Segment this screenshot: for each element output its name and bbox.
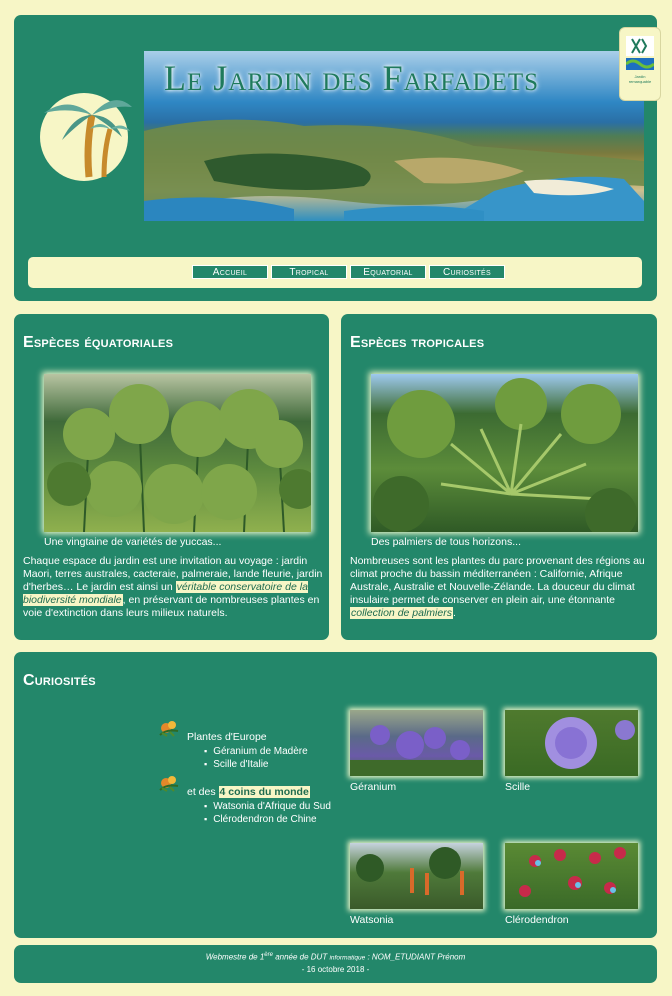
flower-bullet-icon: [158, 772, 180, 794]
footer-credits: Webmestre de 1ère année de DUT informati…: [14, 952, 657, 962]
europe-plant-list: Géranium de Madère Scille d'Italie: [204, 745, 308, 771]
jardin-remarquable-badge: Jardin remarquable: [620, 28, 660, 100]
tropical-section: Espèces tropicales Des palmiers de tous …: [341, 314, 657, 640]
watsonia-caption: Watsonia: [350, 914, 394, 926]
list-item: Watsonia d'Afrique du Sud: [204, 800, 331, 813]
clerodendron-thumbnail[interactable]: [505, 843, 638, 909]
yucca-photo: [44, 374, 311, 532]
nav-item-accueil[interactable]: Accueil: [192, 265, 268, 279]
world-plant-list: Watsonia d'Afrique du Sud Clérodendron d…: [204, 800, 331, 826]
world-group-label: et des 4 coins du monde: [187, 786, 310, 798]
badge-caption: Jardin remarquable: [628, 74, 652, 84]
tropical-text-after: .: [452, 607, 456, 619]
header-panel: Le Jardin des Farfadets Jardin remarquab…: [14, 15, 660, 301]
tropical-highlight: collection de palmiers: [350, 607, 453, 619]
footer-text-b: année de DUT: [272, 952, 330, 962]
nav-item-equatorial[interactable]: Equatorial: [350, 265, 426, 279]
footer: Webmestre de 1ère année de DUT informati…: [14, 945, 657, 983]
tropical-title: Espèces tropicales: [350, 334, 485, 351]
footer-text-a: Webmestre de 1: [205, 952, 265, 962]
europe-group-label: Plantes d'Europe: [187, 731, 267, 743]
nav-item-tropical[interactable]: Tropical: [271, 265, 347, 279]
palm-photo: [371, 374, 638, 532]
list-item: Scille d'Italie: [204, 758, 308, 771]
footer-date: - 16 octobre 2018 -: [301, 965, 370, 974]
watsonia-thumbnail[interactable]: [350, 843, 483, 909]
equatorial-section: Espèces équatoriales Une vingtaine de va…: [14, 314, 329, 640]
geranium-thumbnail[interactable]: [350, 710, 483, 776]
clerodendron-caption: Clérodendron: [505, 914, 569, 926]
list-item: Géranium de Madère: [204, 745, 308, 758]
tropical-text: Nombreuses sont les plantes du parc prov…: [350, 555, 650, 620]
main-navigation: Accueil Tropical Equatorial Curiosités: [28, 257, 642, 288]
footer-sup: ère: [264, 952, 273, 958]
site-title: Le Jardin des Farfadets: [164, 58, 540, 98]
palm-tree-logo: [34, 85, 134, 185]
scille-caption: Scille: [505, 781, 531, 793]
scille-thumbnail[interactable]: [505, 710, 638, 776]
footer-small: informatique: [329, 954, 366, 962]
tropical-text-before: Nombreuses sont les plantes du parc prov…: [350, 555, 645, 606]
curiosities-section: Curiosités Plantes d'Europe Géranium de …: [14, 652, 657, 938]
equatorial-title: Espèces équatoriales: [23, 334, 174, 351]
flower-bullet-icon: [158, 717, 180, 739]
footer-text-c: : NOM_ETUDIANT Prénom: [365, 952, 466, 962]
tropical-caption: Des palmiers de tous horizons...: [371, 536, 521, 548]
world-group-prefix: et des: [187, 786, 219, 798]
equatorial-caption: Une vingtaine de variétés de yuccas...: [44, 536, 222, 548]
list-item: Clérodendron de Chine: [204, 813, 331, 826]
equatorial-text: Chaque espace du jardin est une invitati…: [23, 555, 323, 620]
geranium-caption: Géranium: [350, 781, 397, 793]
world-group-highlight: 4 coins du monde: [218, 786, 310, 798]
curiosities-title: Curiosités: [23, 672, 96, 689]
nav-item-curiosites[interactable]: Curiosités: [429, 265, 505, 279]
